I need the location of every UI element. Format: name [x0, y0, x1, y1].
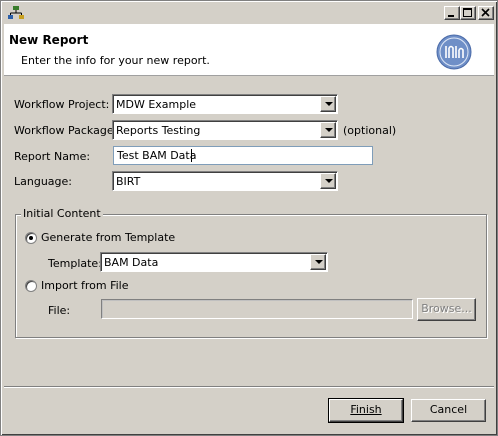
- workflow-app-icon: [8, 6, 24, 19]
- workflow-package-select[interactable]: Reports Testing: [112, 120, 338, 140]
- file-path-input: [101, 299, 413, 319]
- language-select[interactable]: BIRT: [112, 171, 338, 191]
- report-name-label: Report Name:: [14, 150, 91, 163]
- close-button[interactable]: [478, 6, 494, 20]
- generate-from-template-radio[interactable]: [25, 232, 37, 244]
- mdw-logo-icon: [436, 34, 472, 70]
- cancel-button[interactable]: Cancel: [411, 399, 486, 422]
- workflow-project-label: Workflow Project:: [14, 98, 110, 111]
- page-description: Enter the info for your new report.: [21, 54, 210, 67]
- generate-from-template-label[interactable]: Generate from Template: [41, 231, 175, 244]
- template-value: BAM Data: [104, 256, 159, 269]
- language-value: BIRT: [116, 175, 141, 188]
- template-label: Template:: [48, 257, 102, 270]
- initial-content-legend: Initial Content: [21, 207, 103, 220]
- language-label: Language:: [14, 175, 72, 188]
- chevron-down-icon[interactable]: [310, 254, 326, 270]
- text-caret: [191, 149, 192, 162]
- report-name-input[interactable]: Test BAM Data: [113, 146, 373, 165]
- title-bar: [4, 4, 494, 22]
- maximize-button[interactable]: [460, 6, 476, 20]
- report-name-value: Test BAM Data: [117, 149, 197, 162]
- chevron-down-icon[interactable]: [320, 173, 336, 189]
- wizard-banner: New Report Enter the info for your new r…: [4, 24, 494, 76]
- new-report-dialog: New Report Enter the info for your new r…: [0, 0, 498, 436]
- chevron-down-icon[interactable]: [320, 96, 336, 112]
- workflow-package-value: Reports Testing: [116, 124, 201, 137]
- import-from-file-label[interactable]: Import from File: [41, 279, 129, 292]
- page-title: New Report: [9, 33, 89, 47]
- chevron-down-icon[interactable]: [320, 122, 336, 138]
- file-label: File:: [48, 304, 71, 317]
- template-select[interactable]: BAM Data: [100, 252, 328, 272]
- workflow-project-select[interactable]: MDW Example: [112, 94, 338, 114]
- finish-button-label: Finish: [350, 403, 382, 416]
- browse-button: Browse...: [417, 298, 476, 321]
- finish-button[interactable]: Finish: [328, 398, 404, 423]
- optional-hint: (optional): [343, 124, 397, 137]
- workflow-package-label: Workflow Package:: [14, 124, 118, 137]
- footer-separator: [4, 386, 494, 388]
- import-from-file-radio[interactable]: [25, 280, 37, 292]
- workflow-project-value: MDW Example: [116, 98, 197, 111]
- minimize-button[interactable]: [444, 6, 460, 20]
